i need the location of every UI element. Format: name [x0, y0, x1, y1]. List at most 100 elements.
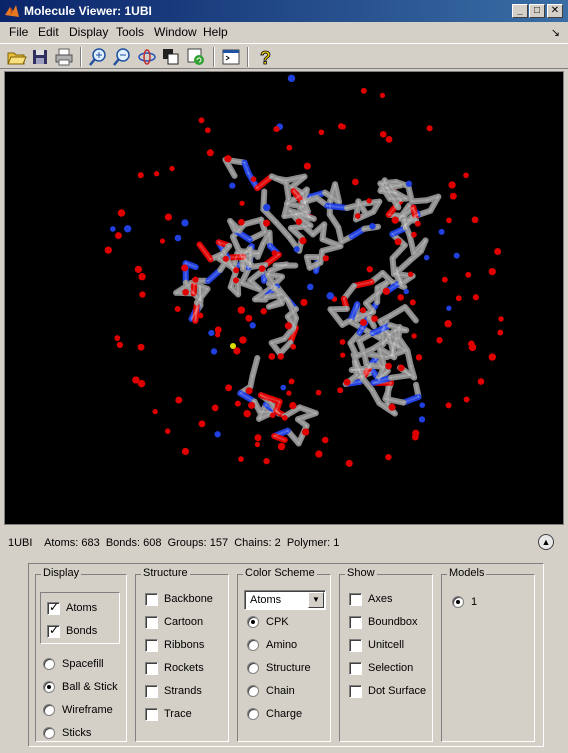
ribbons-check-box[interactable] [145, 639, 158, 652]
print-icon[interactable] [53, 46, 75, 68]
atom [134, 265, 143, 274]
atom [453, 252, 460, 259]
boundbox-label: Boundbox [368, 616, 418, 628]
models-group-title: Models [447, 567, 487, 579]
atom [258, 265, 266, 272]
molecule-render [104, 74, 504, 467]
atom [210, 348, 218, 355]
atoms-check-mark[interactable] [47, 600, 60, 615]
molecule-canvas[interactable] [4, 71, 564, 525]
amino-label: Amino [266, 639, 298, 651]
boundbox-check-box[interactable] [349, 616, 362, 629]
atom [394, 238, 402, 246]
console-icon[interactable] [220, 46, 242, 68]
atom [337, 387, 344, 394]
atom [315, 389, 322, 396]
atom [379, 92, 386, 99]
atom [366, 266, 373, 273]
amino-radio-dot[interactable] [247, 639, 259, 651]
atom [315, 450, 323, 458]
toolbar-separator [80, 47, 82, 67]
charge-radio-dot[interactable] [247, 708, 259, 720]
atom [181, 264, 189, 272]
open-icon[interactable] [5, 46, 27, 68]
zoom-in-icon[interactable] [87, 46, 109, 68]
atom [418, 416, 426, 423]
dot-surface-label: Dot Surface [368, 685, 427, 697]
toolbar-separator [213, 47, 215, 67]
menu-file[interactable]: File [9, 25, 28, 39]
atom [234, 400, 241, 407]
atom [322, 255, 329, 262]
cartoon-check-box[interactable] [145, 616, 158, 629]
menu-display[interactable]: Display [69, 25, 108, 39]
color-scheme-group-title: Color Scheme [243, 567, 317, 579]
atom [263, 457, 270, 465]
charge-label: Charge [266, 708, 303, 720]
close-button[interactable]: ✕ [547, 4, 563, 18]
chevron-down-icon[interactable]: ▼ [308, 592, 324, 608]
unitcell-check-box[interactable] [349, 639, 362, 652]
menu-tools[interactable]: Tools [116, 25, 144, 39]
dot-surface-check-box[interactable] [349, 685, 362, 698]
maximize-button[interactable]: □ [529, 4, 545, 18]
display-group-title: Display [41, 567, 82, 579]
atom [249, 322, 256, 329]
atom [138, 273, 146, 281]
atom [169, 165, 175, 172]
refresh-icon[interactable] [185, 46, 207, 68]
sticks-radio-dot[interactable] [43, 727, 55, 739]
atom [239, 200, 245, 206]
atom [116, 341, 124, 349]
copy-icon[interactable] [160, 46, 182, 68]
atoms-label: Atoms [66, 602, 98, 614]
help-icon[interactable]: ? [254, 46, 276, 69]
axes-check-box[interactable] [349, 593, 362, 606]
collapse-panel-button[interactable]: ▲ [538, 534, 554, 550]
menu-help[interactable]: Help [203, 25, 228, 39]
atom [463, 172, 469, 179]
atom [229, 182, 236, 189]
bond-highlight [256, 175, 273, 190]
status-text: 1UBI Atoms: 683 Bonds: 608 Groups: 157 C… [8, 537, 340, 549]
structure-color-radio-dot[interactable] [247, 662, 259, 674]
spacefill-radio-dot[interactable] [43, 658, 55, 670]
ball-stick-label: Ball & Stick [62, 681, 118, 693]
trace-check-box[interactable] [145, 708, 158, 721]
bond-highlight [274, 221, 290, 238]
rotate-icon[interactable] [136, 46, 158, 68]
atom [369, 223, 376, 230]
atom [243, 409, 251, 418]
atom [254, 441, 261, 448]
backbone-check-box[interactable] [145, 593, 158, 606]
atom [224, 155, 232, 163]
atom [419, 402, 426, 408]
atom [287, 74, 296, 83]
minimize-button[interactable]: _ [512, 4, 528, 18]
atom [117, 209, 126, 217]
atom [366, 198, 372, 204]
cpk-radio-dot[interactable] [247, 616, 259, 628]
menu-window[interactable]: Window [154, 25, 197, 39]
atom [321, 436, 329, 444]
atom [204, 127, 211, 134]
atom [225, 384, 233, 392]
atom [409, 299, 416, 306]
atom [110, 226, 116, 232]
model-1-radio-dot[interactable] [452, 596, 464, 608]
bonds-check-mark[interactable] [47, 623, 60, 638]
dock-arrow-icon[interactable]: ↘ [551, 26, 560, 39]
ball-stick-radio-dot[interactable] [43, 681, 55, 693]
wireframe-radio-dot[interactable] [43, 704, 55, 716]
atom [289, 401, 297, 410]
zoom-out-icon[interactable] [111, 46, 133, 68]
color-scheme-group: Color Scheme Atoms ▼ CPK Amino Structure… [237, 567, 331, 742]
menu-edit[interactable]: Edit [38, 25, 59, 39]
save-icon[interactable] [29, 46, 51, 68]
matlab-icon [5, 5, 19, 17]
rockets-check-box[interactable] [145, 662, 158, 675]
chain-radio-dot[interactable] [247, 685, 259, 697]
strands-check-box[interactable] [145, 685, 158, 698]
color-scheme-select[interactable]: Atoms ▼ [244, 590, 326, 610]
selection-check-box[interactable] [349, 662, 362, 675]
